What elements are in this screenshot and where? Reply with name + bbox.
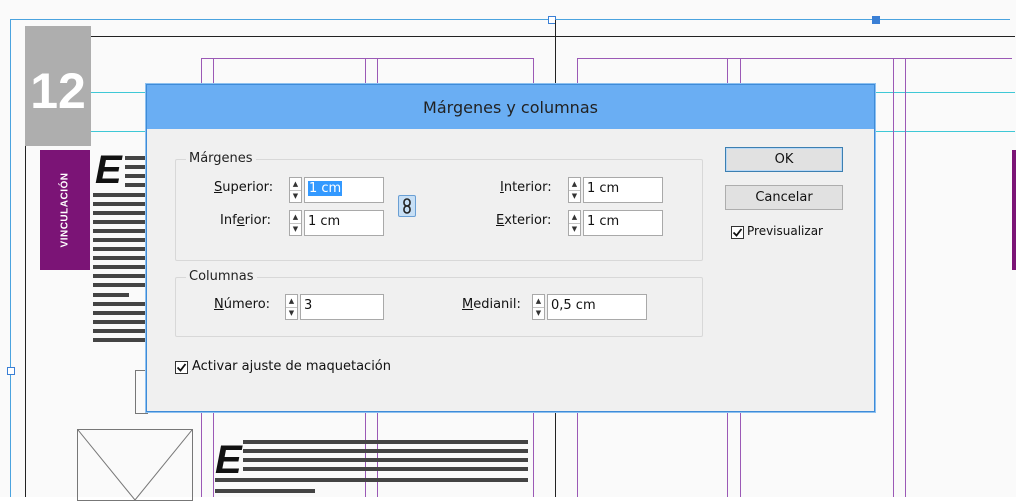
layout-adjust-label[interactable]: Activar ajuste de maquetación xyxy=(192,359,391,374)
text-line xyxy=(93,229,147,233)
page-margin-top xyxy=(25,36,1015,37)
text-line xyxy=(243,458,528,462)
text-line xyxy=(243,449,528,453)
column-guide xyxy=(905,58,906,497)
section-tab-label: VINCULACIÓN xyxy=(59,172,71,248)
top-margin-label: Superior: xyxy=(214,180,274,195)
preview-label[interactable]: Previsualizar xyxy=(747,224,823,238)
text-line xyxy=(93,311,147,315)
link-margins-icon[interactable] xyxy=(398,195,416,217)
text-line xyxy=(243,467,528,471)
column-number-label: Número: xyxy=(214,297,271,312)
margins-legend: Márgenes xyxy=(186,151,256,166)
gutter-label: Medianil: xyxy=(462,297,521,312)
text-line xyxy=(93,320,147,324)
text-line xyxy=(243,440,528,444)
layout-adjust-checkbox[interactable] xyxy=(175,361,188,374)
text-line xyxy=(93,338,147,342)
text-line xyxy=(93,211,147,215)
text-line xyxy=(215,489,315,493)
chain-link-icon xyxy=(403,198,411,214)
bottom-margin-input[interactable]: 1 cm xyxy=(304,210,384,236)
empty-frame-x-icon xyxy=(78,430,192,500)
column-number-input[interactable]: 3 xyxy=(300,294,384,320)
image-placeholder-frame[interactable] xyxy=(77,429,193,501)
columns-legend: Columnas xyxy=(186,269,257,284)
dialog-content: Márgenes Superior: ▲ ▼ 1 cm Inferior: ▲ … xyxy=(155,129,866,403)
dialog-title: Márgenes y columnas xyxy=(423,97,598,117)
margins-group: Márgenes Superior: ▲ ▼ 1 cm Inferior: ▲ … xyxy=(175,151,703,261)
text-line xyxy=(93,247,147,251)
outside-margin-input[interactable]: 1 cm xyxy=(583,210,663,236)
preview-checkbox[interactable] xyxy=(731,226,744,239)
dropcap-letter: E xyxy=(95,148,122,192)
top-margin-input[interactable]: 1 cm xyxy=(304,177,384,203)
section-tab: VINCULACIÓN xyxy=(40,150,90,270)
column-guide xyxy=(893,58,894,497)
text-line xyxy=(93,193,147,197)
page-number: 12 xyxy=(30,63,86,119)
bottom-margin-label: Inferior: xyxy=(220,213,272,228)
page-left-edge xyxy=(10,19,11,497)
text-line xyxy=(93,238,147,242)
margin-guide-top xyxy=(201,58,533,59)
ok-button[interactable]: OK xyxy=(725,147,843,172)
gutter-input[interactable]: 0,5 cm xyxy=(547,294,647,320)
stepper-down-icon[interactable]: ▼ xyxy=(290,190,301,202)
stepper-down-icon[interactable]: ▼ xyxy=(533,307,544,319)
columns-group: Columnas Número: ▲ ▼ 3 Medianil: ▲ ▼ 0,5… xyxy=(175,269,703,337)
section-tab-right xyxy=(1012,150,1016,270)
text-line xyxy=(93,265,147,269)
text-line xyxy=(93,329,147,333)
column-number-stepper[interactable]: ▲ ▼ xyxy=(285,294,298,320)
text-line xyxy=(93,302,147,306)
stepper-down-icon[interactable]: ▼ xyxy=(569,223,580,235)
selection-handle[interactable] xyxy=(872,16,880,24)
top-margin-stepper[interactable]: ▲ ▼ xyxy=(289,177,302,203)
checkmark-icon xyxy=(176,363,187,372)
margins-columns-dialog: Márgenes y columnas Márgenes Superior: ▲… xyxy=(146,84,875,412)
inside-margin-stepper[interactable]: ▲ ▼ xyxy=(568,177,581,203)
page-top-edge xyxy=(10,19,1010,20)
gutter-stepper[interactable]: ▲ ▼ xyxy=(532,294,545,320)
text-line xyxy=(93,293,129,297)
bottom-margin-stepper[interactable]: ▲ ▼ xyxy=(289,210,302,236)
stepper-down-icon[interactable]: ▼ xyxy=(569,190,580,202)
dropcap-letter: E xyxy=(215,438,242,482)
outside-margin-label: Exterior: xyxy=(496,213,552,228)
text-line xyxy=(125,156,147,160)
inside-margin-input[interactable]: 1 cm xyxy=(583,177,663,203)
text-line xyxy=(125,174,147,178)
stepper-down-icon[interactable]: ▼ xyxy=(290,223,301,235)
selection-handle[interactable] xyxy=(7,367,15,375)
inside-margin-label: Interior: xyxy=(500,180,552,195)
page-number-box: 12 xyxy=(25,26,91,146)
text-line xyxy=(215,478,528,482)
text-line xyxy=(93,202,147,206)
text-line xyxy=(93,283,147,287)
text-line xyxy=(93,220,147,224)
text-line xyxy=(125,183,147,187)
stepper-down-icon[interactable]: ▼ xyxy=(286,307,297,319)
outside-margin-stepper[interactable]: ▲ ▼ xyxy=(568,210,581,236)
margin-guide-top xyxy=(577,58,1012,59)
text-line xyxy=(125,165,147,169)
dialog-titlebar[interactable]: Márgenes y columnas xyxy=(147,85,874,129)
cancel-button[interactable]: Cancelar xyxy=(725,185,843,210)
text-line xyxy=(93,256,147,260)
checkmark-icon xyxy=(732,228,743,237)
text-line xyxy=(93,274,147,278)
